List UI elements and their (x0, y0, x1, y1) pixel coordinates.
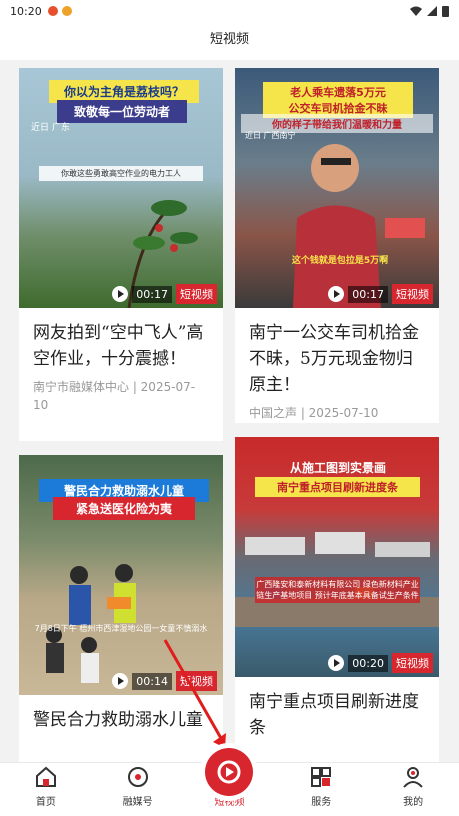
tab-home[interactable]: 首页 (0, 763, 92, 816)
plant-illustration (127, 200, 198, 308)
page-title: 短视频 (0, 22, 459, 60)
card-title[interactable]: 网友拍到“空中飞人”高空作业，十分震撼！ (19, 308, 223, 372)
video-duration: 00:17 (132, 285, 172, 303)
tab-profile[interactable]: 我的 (367, 763, 459, 816)
construction-illustration (235, 532, 439, 627)
short-video-badge: 短视频 (392, 653, 433, 673)
play-icon (328, 286, 345, 302)
status-time: 10:20 (10, 4, 42, 18)
video-card[interactable]: 老人乘车遗落5万元 公交车司机拾金不昧 你的样子带给我们温暖和力量 近日 广西南… (235, 68, 439, 423)
video-thumbnail[interactable]: 警民合力救助溺水儿童 紧急送医化险为夷 7月8日下午 梧州市西津湿地公园一女童不… (19, 455, 223, 695)
thumb-caption: 这个钱就是包拉是5万啊 (291, 256, 389, 266)
service-grid-icon (311, 767, 332, 787)
video-overlay: 00:14 短视频 (19, 667, 223, 695)
short-video-badge: 短视频 (392, 284, 433, 304)
video-duration: 00:17 (348, 285, 388, 303)
thumb-caption: 广西隆安和泰新材料有限公司 绿色新材料产业链生产基地项目 预计年底基本具备试生产… (255, 577, 420, 603)
signal-icon (427, 6, 437, 16)
video-thumbnail[interactable]: 从施工图到实景画 南宁重点项目刷新进度条 广西隆安和泰新材料有限公司 绿色新材料… (235, 437, 439, 677)
card-title[interactable]: 警民合力救助溺水儿童 (19, 695, 223, 733)
profile-icon (403, 767, 423, 788)
card-title[interactable]: 南宁一公交车司机拾金不昧，5万元现金物归原主！ (235, 308, 439, 398)
video-thumbnail[interactable]: 你以为主角是荔枝吗？ 致敬每一位劳动者 近日 广东 你敢这些勇敢高空作业的电力工… (19, 68, 223, 308)
video-duration: 00:14 (132, 672, 172, 690)
tab-label: 融媒号 (122, 797, 153, 808)
card-meta: 南宁市融媒体中心 | 2025-07-10 (33, 380, 196, 412)
status-bar: 10:20 (0, 0, 459, 22)
play-icon (328, 655, 345, 671)
tab-label: 首页 (35, 797, 56, 808)
short-video-tab-button[interactable] (205, 748, 253, 796)
wifi-icon (410, 6, 422, 16)
video-card[interactable]: 从施工图到实景画 南宁重点项目刷新进度条 广西隆安和泰新材料有限公司 绿色新材料… (235, 437, 439, 765)
video-duration: 00:20 (348, 654, 388, 672)
video-card[interactable]: 警民合力救助溺水儿童 紧急送医化险为夷 7月8日下午 梧州市西津湿地公园一女童不… (19, 455, 223, 765)
notification-icon (47, 6, 58, 16)
video-overlay: 00:20 短视频 (235, 649, 439, 677)
rescue-illustration (46, 564, 136, 683)
tab-label: 我的 (403, 797, 424, 808)
video-card[interactable]: 你以为主角是荔枝吗？ 致敬每一位劳动者 近日 广东 你敢这些勇敢高空作业的电力工… (19, 68, 223, 441)
video-thumbnail[interactable]: 老人乘车遗落5万元 公交车司机拾金不昧 你的样子带给我们温暖和力量 近日 广西南… (235, 68, 439, 308)
play-icon (112, 673, 129, 689)
driver-illustration (293, 144, 425, 308)
play-icon (112, 286, 129, 302)
thumb-caption: 7月8日下午 梧州市西津湿地公园一女童不慎溺水 (34, 624, 208, 633)
media-account-icon (127, 767, 148, 787)
short-video-icon (217, 760, 241, 784)
card-title[interactable]: 南宁重点项目刷新进度条 (235, 677, 439, 741)
tab-service[interactable]: 服务 (275, 763, 367, 816)
tab-media-account[interactable]: 融媒号 (92, 763, 184, 816)
app-notification-icon (61, 6, 72, 16)
short-video-badge: 短视频 (176, 671, 217, 691)
card-meta: 中国之声 | 2025-07-10 (249, 406, 379, 420)
video-overlay: 00:17 短视频 (19, 280, 223, 308)
tab-label: 服务 (311, 797, 332, 808)
home-icon (35, 766, 56, 787)
short-video-badge: 短视频 (176, 284, 217, 304)
video-overlay: 00:17 短视频 (235, 280, 439, 308)
battery-icon (442, 6, 449, 17)
